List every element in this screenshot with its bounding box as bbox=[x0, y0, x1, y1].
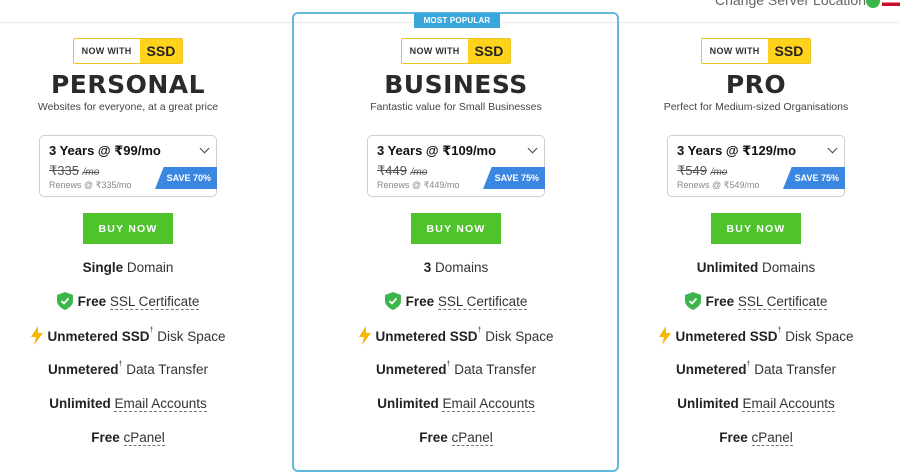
shield-check-icon bbox=[684, 292, 701, 310]
most-popular-badge: MOST POPULAR bbox=[414, 13, 500, 28]
buy-now-button[interactable]: BUY NOW bbox=[711, 213, 801, 244]
plan-pro: NOW WITH SSD PRO Perfect for Medium-size… bbox=[636, 38, 876, 462]
plan-title: PERSONAL bbox=[50, 70, 206, 99]
feature-domains: Single Domain bbox=[82, 260, 174, 275]
old-price: ₹549 bbox=[677, 163, 707, 178]
badge-now-with: NOW WITH bbox=[73, 39, 140, 63]
buy-now-button[interactable]: BUY NOW bbox=[83, 213, 173, 244]
plan-description: Websites for everyone, at a great price bbox=[37, 101, 219, 113]
feature-cpanel: Free cPanel bbox=[419, 430, 493, 446]
term-price: 3 Years @ ₹99/mo bbox=[49, 143, 161, 158]
cpanel-link[interactable]: cPanel bbox=[123, 430, 165, 446]
old-price-unit: /mo bbox=[82, 167, 100, 178]
ssd-badge: NOW WITH SSD bbox=[72, 38, 184, 64]
badge-ssd: SSD bbox=[139, 39, 183, 63]
feature-disk: Unmetered SSD† Disk Space bbox=[8, 326, 248, 360]
lightning-icon bbox=[30, 326, 43, 345]
ssd-badge: NOW WITH SSD bbox=[700, 38, 812, 64]
check-icon bbox=[866, 0, 880, 8]
term-price: 3 Years @ ₹109/mo bbox=[377, 143, 497, 158]
lightning-icon bbox=[658, 326, 671, 345]
term-select[interactable]: 3 Years @ ₹129/mo ₹549 /mo Renews @ ₹549… bbox=[667, 135, 845, 197]
ssl-link[interactable]: SSL Certificate bbox=[437, 294, 528, 310]
buy-now-button[interactable]: BUY NOW bbox=[411, 213, 501, 244]
term-select[interactable]: 3 Years @ ₹109/mo ₹449 /mo Renews @ ₹449… bbox=[367, 135, 545, 197]
feature-ssl: Free SSL Certificate bbox=[636, 292, 876, 326]
cpanel-link[interactable]: cPanel bbox=[751, 430, 793, 446]
plan-business: MOST POPULAR NOW WITH SSD BUSINESS Fanta… bbox=[292, 12, 619, 472]
old-price-unit: /mo bbox=[710, 167, 728, 178]
lightning-icon bbox=[358, 326, 371, 345]
feature-cpanel: Free cPanel bbox=[91, 430, 165, 446]
feature-cpanel: Free cPanel bbox=[719, 430, 793, 446]
shield-check-icon bbox=[56, 292, 73, 310]
change-server-location-link[interactable]: Change Server Location bbox=[715, 0, 866, 8]
ssl-link[interactable]: SSL Certificate bbox=[109, 294, 200, 310]
old-price-unit: /mo bbox=[410, 167, 428, 178]
feature-list: Unlimited Domains Free SSL Certificate U… bbox=[636, 258, 876, 462]
feature-list: Single Domain Free SSL Certificate Unmet… bbox=[8, 258, 248, 462]
ssl-link[interactable]: SSL Certificate bbox=[737, 294, 828, 310]
ssd-badge: NOW WITH SSD bbox=[400, 38, 512, 64]
feature-transfer: Unmetered† Data Transfer bbox=[676, 361, 836, 377]
badge-now-with: NOW WITH bbox=[401, 39, 468, 63]
email-link[interactable]: Email Accounts bbox=[442, 396, 535, 412]
feature-transfer: Unmetered† Data Transfer bbox=[48, 361, 208, 377]
feature-domains: Unlimited Domains bbox=[696, 260, 816, 275]
term-select[interactable]: 3 Years @ ₹99/mo ₹335 /mo Renews @ ₹335/… bbox=[39, 135, 217, 197]
save-badge: SAVE 75% bbox=[783, 167, 845, 189]
plan-title: BUSINESS bbox=[384, 70, 528, 99]
plan-personal: NOW WITH SSD PERSONAL Websites for every… bbox=[8, 38, 248, 462]
email-link[interactable]: Email Accounts bbox=[742, 396, 835, 412]
email-link[interactable]: Email Accounts bbox=[114, 396, 207, 412]
plan-description: Perfect for Medium-sized Organisations bbox=[663, 101, 849, 113]
feature-email: Unlimited Email Accounts bbox=[377, 396, 535, 412]
badge-ssd: SSD bbox=[467, 39, 511, 63]
save-badge: SAVE 70% bbox=[155, 167, 217, 189]
old-price: ₹335 bbox=[49, 163, 79, 178]
term-price: 3 Years @ ₹129/mo bbox=[677, 143, 797, 158]
badge-ssd: SSD bbox=[767, 39, 811, 63]
plan-title: PRO bbox=[725, 70, 787, 99]
feature-ssl: Free SSL Certificate bbox=[8, 292, 248, 326]
plan-description: Fantastic value for Small Businesses bbox=[370, 101, 542, 113]
feature-email: Unlimited Email Accounts bbox=[677, 396, 835, 412]
cpanel-link[interactable]: cPanel bbox=[451, 430, 493, 446]
feature-list: 3 Domains Free SSL Certificate Unmetered… bbox=[336, 258, 576, 462]
feature-disk: Unmetered SSD† Disk Space bbox=[636, 326, 876, 360]
feature-disk: Unmetered SSD† Disk Space bbox=[336, 326, 576, 360]
feature-transfer: Unmetered† Data Transfer bbox=[376, 361, 536, 377]
old-price: ₹449 bbox=[377, 163, 407, 178]
save-badge: SAVE 75% bbox=[483, 167, 545, 189]
feature-email: Unlimited Email Accounts bbox=[49, 396, 207, 412]
shield-check-icon bbox=[384, 292, 401, 310]
flag-icon[interactable] bbox=[882, 0, 900, 6]
feature-domains: 3 Domains bbox=[423, 260, 489, 275]
feature-ssl: Free SSL Certificate bbox=[336, 292, 576, 326]
badge-now-with: NOW WITH bbox=[701, 39, 768, 63]
